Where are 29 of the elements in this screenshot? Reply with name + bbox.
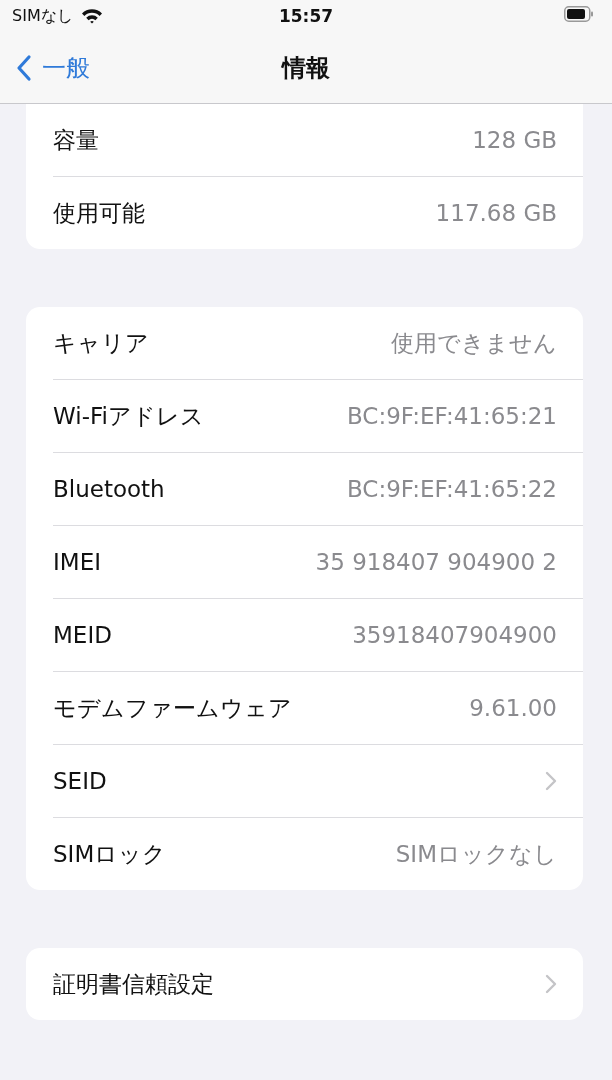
row-label: SIMロック xyxy=(53,839,167,869)
row-label: Wi-Fiアドレス xyxy=(53,401,204,431)
chevron-left-icon xyxy=(16,53,32,82)
row-label: キャリア xyxy=(53,328,149,358)
chevron-right-icon[interactable] xyxy=(545,771,557,791)
row-value: 35 918407 904900 2 xyxy=(315,549,557,575)
row-label: IMEI xyxy=(53,549,101,575)
row-value: 使用できません xyxy=(391,328,557,358)
row-value: BC:9F:EF:41:65:21 xyxy=(346,403,557,429)
row-label[interactable]: SEID xyxy=(53,768,107,794)
battery-icon xyxy=(564,6,594,22)
page-title: 情報 xyxy=(282,52,330,84)
back-button[interactable]: 一般 xyxy=(0,51,90,84)
row-label: MEID xyxy=(53,622,112,648)
chevron-right-icon[interactable] xyxy=(545,974,557,994)
row-label: Bluetooth xyxy=(53,476,165,502)
row-value: 117.68 GB xyxy=(435,200,557,226)
row-value: 35918407904900 xyxy=(352,622,557,648)
row-value: SIMロックなし xyxy=(395,839,557,869)
row-value: 9.61.00 xyxy=(469,695,557,721)
carrier-text: SIMなし xyxy=(12,5,73,27)
row-label: 容量 xyxy=(53,125,99,155)
row-label: 使用可能 xyxy=(53,198,145,228)
row-label: モデムファームウェア xyxy=(53,693,292,723)
row-value: BC:9F:EF:41:65:22 xyxy=(346,476,557,502)
clock-text: 15:57 xyxy=(278,6,334,26)
wifi-icon xyxy=(80,8,103,24)
row-value: 128 GB xyxy=(472,127,557,153)
row-label[interactable]: 証明書信頼設定 xyxy=(53,968,214,1000)
